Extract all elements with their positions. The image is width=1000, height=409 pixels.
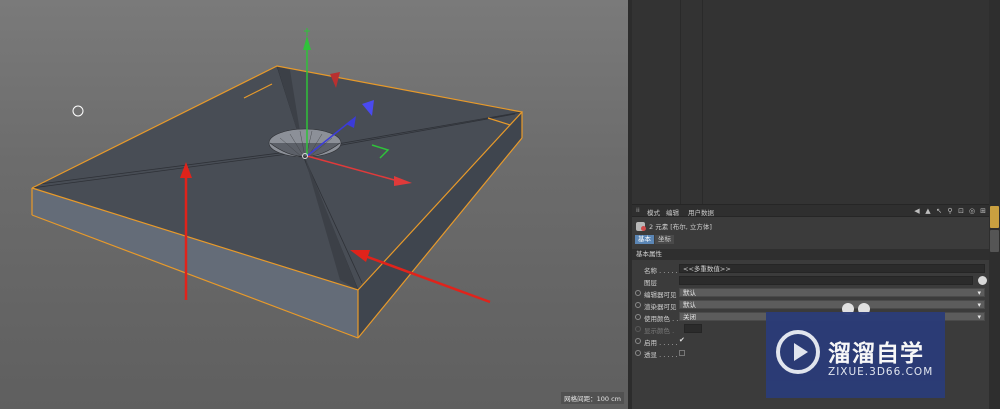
tab-coordinates[interactable]: 坐标 <box>655 235 674 244</box>
use-color-label: 使用颜色 . . <box>644 315 679 323</box>
object-info-text: 2 元素 [布尔, 立方体] <box>649 223 712 231</box>
dock-tab-layers[interactable] <box>990 230 999 252</box>
editor-visible-select[interactable]: 默认 <box>679 288 985 297</box>
scene-canvas[interactable] <box>0 0 628 409</box>
attribute-menubar: ⁞⁞ 模式 编辑 用户数据 ◀ ▲ ↖ ⚲ ⊡ ◎ ⊞ <box>632 204 989 217</box>
render-visible-label: 渲染器可见 <box>644 303 677 311</box>
lock-icon[interactable]: ⊡ <box>957 207 965 215</box>
object-manager-column-divider[interactable] <box>680 0 681 204</box>
animate-bullet-icon[interactable] <box>635 290 641 296</box>
attribute-toolbar: ◀ ▲ ↖ ⚲ ⊡ ◎ ⊞ <box>913 207 987 216</box>
pointer-icon[interactable]: ↖ <box>935 207 943 215</box>
object-manager-panel[interactable] <box>632 0 989 204</box>
attribute-tabs: 基本 坐标 <box>635 235 674 244</box>
menu-user-data[interactable]: 用户数据 <box>688 207 714 217</box>
cursor-circle <box>72 105 84 117</box>
layer-picker-icon[interactable] <box>978 276 987 285</box>
menu-mode[interactable]: 模式 <box>647 207 660 217</box>
enable-checkbox[interactable]: ✔ <box>679 336 685 344</box>
layer-label: 图层 <box>644 279 657 287</box>
animate-bullet-icon[interactable] <box>635 302 641 308</box>
menu-edit[interactable]: 编辑 <box>666 207 679 217</box>
watermark-badge: 溜溜自学 ZIXUE.3D66.COM <box>766 312 945 398</box>
play-logo-icon <box>776 330 820 374</box>
grid-spacing-label: 网格间距：100 cm <box>561 392 624 404</box>
display-color-swatch[interactable] <box>684 324 702 333</box>
layer-field[interactable] <box>679 276 973 285</box>
watermark-url: ZIXUE.3D66.COM <box>828 366 934 378</box>
editor-visible-label: 编辑器可见 <box>644 291 677 299</box>
name-field[interactable]: <<多重数值>> <box>679 264 985 273</box>
tab-basic[interactable]: 基本 <box>635 235 654 244</box>
animate-bullet-icon[interactable] <box>635 314 641 320</box>
back-arrow-icon[interactable]: ◀ <box>913 207 921 215</box>
animate-bullet-icon[interactable] <box>635 338 641 344</box>
object-manager-column-divider[interactable] <box>702 0 703 204</box>
enable-label: 启用 . . . . . <box>644 339 678 347</box>
target-icon[interactable]: ◎ <box>968 207 976 215</box>
right-dock-strip <box>989 0 1000 409</box>
object-thumbnail-icon <box>636 221 646 231</box>
search-icon[interactable]: ⚲ <box>946 207 954 215</box>
dock-tab-attributes[interactable] <box>990 206 999 228</box>
display-color-label: 显示颜色 . <box>644 327 675 335</box>
row-name: 名称 . . . . . . <<多重数值>> <box>632 264 989 275</box>
name-label: 名称 . . . . . . <box>644 267 682 275</box>
object-info: 2 元素 [布尔, 立方体] <box>636 220 712 232</box>
section-basic-properties: 基本属性 <box>632 249 989 260</box>
xray-checkbox[interactable] <box>679 350 685 356</box>
animate-bullet-icon[interactable] <box>635 350 641 356</box>
xray-label: 透显 . . . . . <box>644 351 678 359</box>
watermark-title: 溜溜自学 <box>828 341 924 367</box>
row-editor-visible: 编辑器可见 默认 <box>632 288 989 299</box>
animate-bullet-icon[interactable] <box>635 326 641 332</box>
up-arrow-icon[interactable]: ▲ <box>924 207 932 215</box>
row-layer: 图层 <box>632 276 989 287</box>
new-window-icon[interactable]: ⊞ <box>979 207 987 215</box>
render-visible-select[interactable]: 默认 <box>679 300 985 309</box>
menu-grip-icon[interactable]: ⁞⁞ <box>636 207 640 214</box>
3d-viewport[interactable]: 网格间距：100 cm <box>0 0 628 409</box>
y-axis-arrow-icon[interactable] <box>303 36 311 50</box>
row-render-visible: 渲染器可见 默认 <box>632 300 989 311</box>
